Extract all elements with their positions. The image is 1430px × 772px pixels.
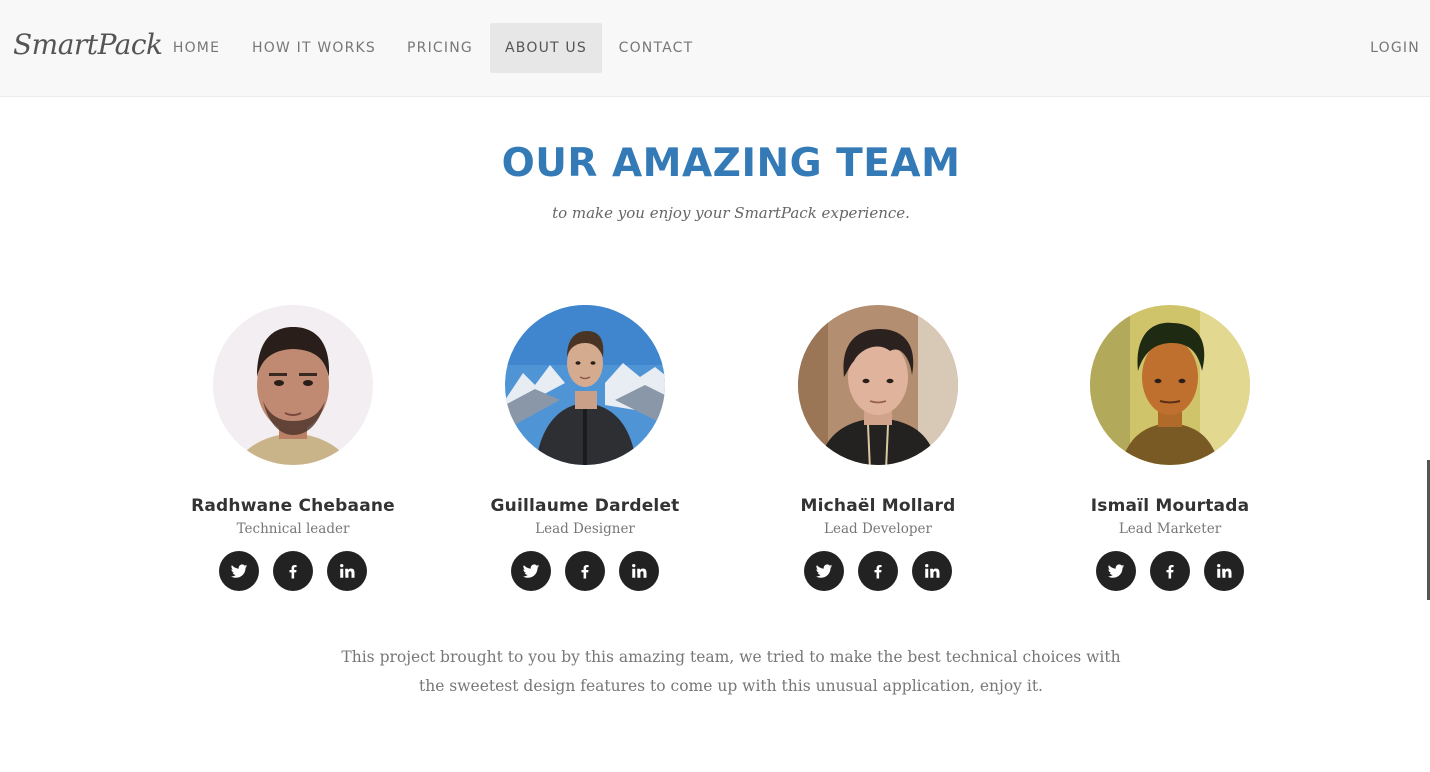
avatar [1090, 305, 1250, 465]
facebook-icon[interactable] [1150, 551, 1190, 591]
member-name: Guillaume Dardelet [490, 496, 680, 516]
avatar [505, 305, 665, 465]
profile-photo [213, 305, 373, 465]
member-name: Radhwane Chebaane [191, 496, 395, 516]
social-links [728, 551, 1028, 591]
member-role: Lead Marketer [1118, 521, 1222, 537]
linkedin-icon[interactable] [912, 551, 952, 591]
member-role: Technical leader [236, 521, 350, 537]
linkedin-icon[interactable] [619, 551, 659, 591]
team-member-card: Michaël Mollard Lead Developer [728, 305, 1028, 591]
linkedin-icon[interactable] [327, 551, 367, 591]
nav-about-us[interactable]: ABOUT US [490, 23, 602, 73]
social-links [1020, 551, 1320, 591]
social-links [143, 551, 443, 591]
facebook-icon[interactable] [565, 551, 605, 591]
profile-photo [798, 305, 958, 465]
social-links [435, 551, 735, 591]
nav-login[interactable]: LOGIN [1360, 23, 1430, 73]
twitter-icon[interactable] [1096, 551, 1136, 591]
profile-photo [1090, 305, 1250, 465]
section-title: OUR AMAZING TEAM [501, 141, 961, 186]
nav-contact[interactable]: CONTACT [604, 23, 708, 73]
member-name: Michaël Mollard [800, 496, 956, 516]
team-member-card: Guillaume Dardelet Lead Designer [435, 305, 735, 591]
twitter-icon[interactable] [804, 551, 844, 591]
team-member-card: Ismaïl Mourtada Lead Marketer [1020, 305, 1320, 591]
avatar [798, 305, 958, 465]
facebook-icon[interactable] [273, 551, 313, 591]
profile-photo [505, 305, 665, 465]
nav-home[interactable]: HOME [160, 23, 233, 73]
team-member-card: Radhwane Chebaane Technical leader [143, 305, 443, 591]
brand-logo[interactable]: SmartPack [13, 28, 163, 61]
twitter-icon[interactable] [219, 551, 259, 591]
section-subtitle: to make you enjoy your SmartPack experie… [552, 204, 910, 222]
member-role: Lead Developer [824, 521, 932, 537]
nav-pricing[interactable]: PRICING [394, 23, 486, 73]
twitter-icon[interactable] [511, 551, 551, 591]
member-role: Lead Designer [535, 521, 635, 537]
navbar: SmartPack HOME HOW IT WORKS PRICING ABOU… [0, 0, 1430, 97]
avatar [213, 305, 373, 465]
member-name: Ismaïl Mourtada [1090, 496, 1250, 516]
team-description: This project brought to you by this amaz… [341, 648, 1121, 695]
nav-how-it-works[interactable]: HOW IT WORKS [238, 23, 390, 73]
linkedin-icon[interactable] [1204, 551, 1244, 591]
facebook-icon[interactable] [858, 551, 898, 591]
